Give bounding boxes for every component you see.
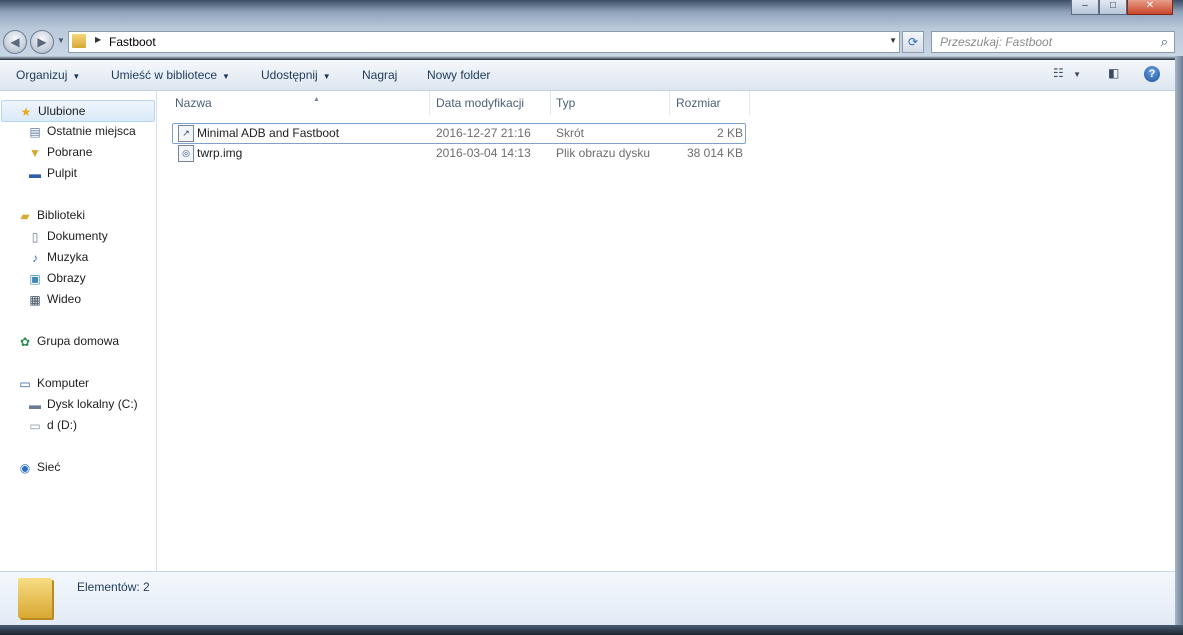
column-label: Nazwa [175,96,212,110]
downloads-icon: ▼ [29,145,41,160]
search-placeholder: Przeszukaj: Fastboot [940,35,1053,49]
search-icon[interactable]: ⌕ [1161,34,1168,50]
drive-icon: ▭ [29,418,41,433]
include-in-library-button[interactable]: Umieść w bibliotece ▼ [111,68,230,82]
navigation-pane: ★ Ulubione ▤ Ostatnie miejsca ▼ Pobrane ▬ Pu… [0,91,157,571]
nav-desktop[interactable]: ▬ Pulpit [27,163,77,183]
recent-pages-dropdown[interactable]: ▼ [57,36,65,45]
nav-homegroup[interactable]: ✿ Grupa domowa [17,331,119,351]
window-bottom-edge [0,625,1183,635]
minimize-button[interactable]: – [1071,0,1099,15]
file-size: 2 KB [716,126,743,140]
item-count: Elementów: 2 [77,580,150,594]
nav-label: Pobrane [47,145,93,159]
details-pane: Elementów: 2 [0,571,1175,626]
organize-button[interactable]: Organizuj ▼ [16,68,80,82]
search-input[interactable]: Przeszukaj: Fastboot ⌕ [931,31,1175,53]
nav-recent-places[interactable]: ▤ Ostatnie miejsca [27,121,136,141]
nav-network[interactable]: ◉ Sieć [17,457,61,477]
file-name: Minimal ADB and Fastboot [197,126,340,140]
nav-label: Biblioteki [37,208,86,222]
nav-label: Wideo [47,292,82,306]
column-header-name[interactable]: Nazwa ▲ [175,91,430,115]
window-edge [1175,56,1183,635]
pictures-icon: ▣ [29,271,41,286]
nav-downloads[interactable]: ▼ Pobrane [27,142,92,162]
column-header-date[interactable]: Data modyfikacji [436,91,551,115]
folder-icon [18,578,52,618]
file-name: twrp.img [197,146,243,160]
preview-pane-icon[interactable]: ◧ [1108,66,1119,80]
computer-icon: ▭ [19,376,31,391]
nav-label: d (D:) [47,418,77,432]
back-button[interactable]: ◀ [3,30,27,54]
nav-favorites[interactable]: ★ Ulubione [1,100,155,122]
table-row[interactable]: ◎ twrp.img 2016-03-04 14:13 Plik obrazu … [173,144,745,163]
breadcrumb-arrow-icon[interactable]: ▶ [95,35,101,44]
nav-label: Sieć [37,460,61,474]
desktop-icon: ▬ [29,166,41,181]
file-date: 2016-03-04 14:13 [436,146,531,160]
recent-places-icon: ▤ [29,124,41,139]
shortcut-icon: ↗ [178,125,194,142]
homegroup-icon: ✿ [19,334,31,349]
network-icon: ◉ [19,460,31,475]
libraries-icon: ▰ [20,208,30,223]
forward-button[interactable]: ▶ [30,30,54,54]
nav-computer[interactable]: ▭ Komputer [17,373,89,393]
nav-videos[interactable]: ▦ Wideo [27,289,81,309]
burn-button[interactable]: Nagraj [362,68,397,82]
help-icon[interactable]: ? [1144,66,1160,82]
refresh-button[interactable]: ⟳ [902,31,924,53]
share-label: Udostępnij [261,68,318,82]
view-options-icon[interactable]: ☷ ▼ [1053,66,1081,80]
folder-icon [72,34,86,48]
nav-documents[interactable]: ▯ Dokumenty [27,226,108,246]
organize-label: Organizuj [16,68,68,82]
share-button[interactable]: Udostępnij ▼ [261,68,331,82]
nav-label: Ostatnie miejsca [47,124,136,138]
nav-label: Ulubione [38,104,86,118]
file-list: Nazwa ▲ Data modyfikacji Typ Rozmiar ↗ M… [157,91,1175,571]
nav-music[interactable]: ♪ Muzyka [27,247,88,267]
nav-label: Muzyka [47,250,89,264]
local-disk-icon: ▬ [29,397,41,412]
documents-icon: ▯ [31,229,39,244]
nav-label: Grupa domowa [37,334,120,348]
nav-drive-d[interactable]: ▭ d (D:) [27,415,77,435]
address-dropdown-icon[interactable]: ▼ [889,36,897,45]
disk-image-icon: ◎ [178,145,194,162]
nav-label: Pulpit [47,166,78,180]
star-icon: ★ [20,104,32,119]
sort-ascending-icon: ▲ [313,96,320,103]
maximize-button[interactable]: □ [1099,0,1127,15]
window-controls: – □ ✕ [1071,0,1173,15]
nav-libraries[interactable]: ▰ Biblioteki [17,205,85,225]
address-bar[interactable]: ▶ Fastboot ▼ [68,31,900,53]
nav-label: Obrazy [47,271,86,285]
breadcrumb-current[interactable]: Fastboot [109,35,156,49]
chevron-down-icon: ▼ [72,72,81,81]
address-row: ◀ ▶ ▼ ▶ Fastboot ▼ ⟳ Przeszukaj: Fastboo… [0,28,1183,56]
file-size: 38 014 KB [686,146,743,160]
column-header-type[interactable]: Typ [556,91,670,115]
chevron-down-icon: ▼ [222,72,230,81]
nav-label: Dokumenty [47,229,108,243]
chevron-down-icon: ▼ [322,72,331,81]
nav-label: Komputer [37,376,90,390]
videos-icon: ▦ [29,292,41,307]
close-button[interactable]: ✕ [1127,0,1173,15]
file-type: Skrót [556,126,585,140]
nav-drive-c[interactable]: ▬ Dysk lokalny (C:) [27,394,138,414]
music-icon: ♪ [32,250,38,265]
column-header-size[interactable]: Rozmiar [676,91,750,115]
include-in-library-label: Umieść w bibliotece [111,68,218,82]
file-date: 2016-12-27 21:16 [436,126,531,140]
nav-pictures[interactable]: ▣ Obrazy [27,268,86,288]
table-row[interactable]: ↗ Minimal ADB and Fastboot 2016-12-27 21… [172,123,746,144]
new-folder-button[interactable]: Nowy folder [427,68,490,82]
nav-label: Dysk lokalny (C:) [47,397,138,411]
command-bar: Organizuj ▼ Umieść w bibliotece ▼ Udostępn… [0,60,1175,91]
file-type: Plik obrazu dysku [556,146,651,160]
